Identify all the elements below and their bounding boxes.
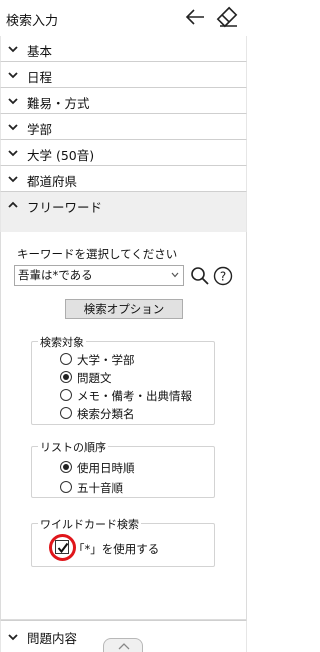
- section-gakubu[interactable]: 学部: [0, 114, 247, 140]
- chevron-up-icon: [8, 201, 18, 208]
- section-kihon[interactable]: 基本: [0, 36, 247, 62]
- section-label: 都道府県: [27, 174, 78, 189]
- title-bar: 検索入力: [0, 0, 247, 36]
- section-freeword[interactable]: フリーワード: [0, 192, 247, 232]
- back-arrow-icon[interactable]: [184, 6, 206, 28]
- section-label: フリーワード: [27, 200, 103, 215]
- chevron-down-icon: [8, 150, 18, 157]
- radio-circle[interactable]: [60, 353, 72, 365]
- svg-text:?: ?: [220, 270, 226, 284]
- group-legend: リストの順序: [38, 439, 108, 455]
- radio-circle[interactable]: [60, 371, 72, 383]
- wildcard-checkbox[interactable]: [55, 540, 69, 554]
- wildcard-checkbox-label: 「*」を使用する: [73, 542, 160, 556]
- search-icon[interactable]: [190, 266, 210, 286]
- chevron-down-icon: [8, 72, 18, 79]
- radio-label: メモ・備考・出典情報: [77, 389, 192, 403]
- section-label: 大学 (50音): [27, 148, 95, 163]
- group-legend: 検索対象: [38, 334, 86, 350]
- keyword-value: 吾輩は*である: [18, 268, 93, 282]
- radio-label: 検索分類名: [77, 407, 135, 421]
- eraser-icon[interactable]: [215, 6, 239, 28]
- expand-handle[interactable]: [103, 638, 143, 652]
- radio-label: 大学・学部: [77, 353, 135, 367]
- group-legend: ワイルドカード検索: [38, 516, 141, 532]
- keyword-select[interactable]: 吾輩は*である: [14, 265, 184, 286]
- section-label: 難易・方式: [27, 96, 90, 111]
- radio-label: 問題文: [77, 371, 112, 385]
- section-label: 問題内容: [27, 631, 78, 646]
- radio-circle[interactable]: [60, 389, 72, 401]
- section-label: 学部: [27, 122, 53, 137]
- section-label: 基本: [27, 44, 53, 59]
- chevron-down-icon: [8, 124, 18, 131]
- chevron-down-icon: [8, 176, 18, 183]
- search-options-button[interactable]: 検索オプション: [65, 299, 183, 319]
- radio-label: 五十音順: [77, 481, 123, 495]
- radio-label: 使用日時順: [77, 461, 135, 475]
- page-title: 検索入力: [6, 14, 59, 29]
- radio-circle[interactable]: [60, 481, 72, 493]
- radio-circle[interactable]: [60, 407, 72, 419]
- chevron-down-icon: [8, 46, 18, 53]
- chevron-down-icon: [8, 634, 18, 641]
- checkmark-icon: [57, 542, 69, 554]
- section-nittei[interactable]: 日程: [0, 62, 247, 88]
- section-todoufuken[interactable]: 都道府県: [0, 166, 247, 192]
- help-icon[interactable]: ?: [213, 266, 233, 286]
- keyword-label: キーワードを選択してください: [17, 247, 178, 261]
- section-label: 日程: [27, 70, 53, 85]
- section-daigaku[interactable]: 大学 (50音): [0, 140, 247, 166]
- radio-circle[interactable]: [60, 461, 72, 473]
- chevron-down-icon: [8, 98, 18, 105]
- chevron-up-icon: [118, 643, 130, 650]
- chevron-down-icon: [171, 272, 179, 278]
- section-nanni-houshiki[interactable]: 難易・方式: [0, 88, 247, 114]
